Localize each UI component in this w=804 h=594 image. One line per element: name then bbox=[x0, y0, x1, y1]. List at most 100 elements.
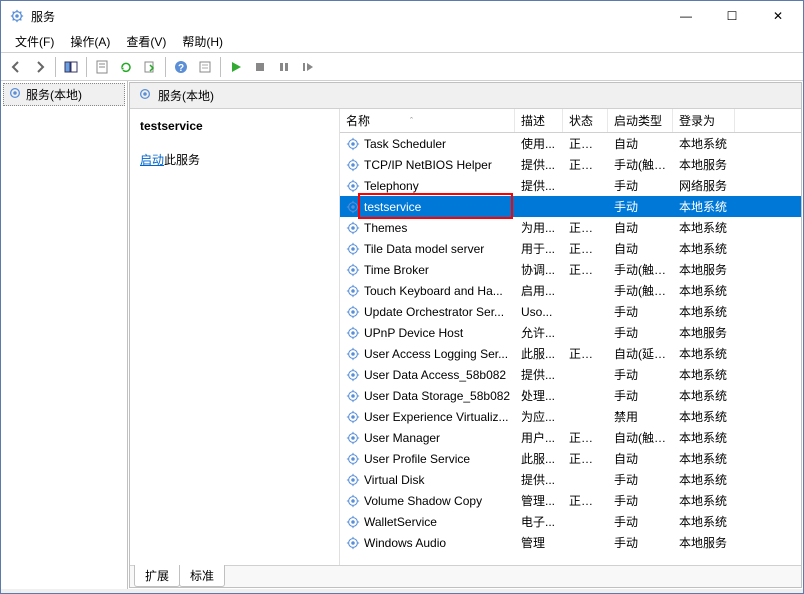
service-description: 协调... bbox=[515, 259, 563, 280]
stop-service-button[interactable] bbox=[249, 56, 271, 78]
service-row[interactable]: TCP/IP NetBIOS Helper提供...正在...手动(触发...本… bbox=[340, 154, 801, 175]
content-header: 服务(本地) bbox=[130, 83, 801, 109]
forward-button[interactable] bbox=[29, 56, 51, 78]
back-button[interactable] bbox=[5, 56, 27, 78]
service-gear-icon bbox=[346, 221, 360, 235]
service-status: 正在... bbox=[563, 154, 608, 175]
service-gear-icon bbox=[346, 452, 360, 466]
column-startup[interactable]: 启动类型 bbox=[608, 109, 673, 132]
service-startup: 手动 bbox=[608, 511, 673, 532]
service-gear-icon bbox=[346, 158, 360, 172]
statusbar bbox=[1, 589, 803, 593]
service-row[interactable]: User Data Access_58b082提供...手动本地系统 bbox=[340, 364, 801, 385]
service-description: 管理... bbox=[515, 490, 563, 511]
tree-item-services-local[interactable]: 服务(本地) bbox=[3, 83, 125, 106]
service-row[interactable]: Update Orchestrator Ser...Uso...手动本地系统 bbox=[340, 301, 801, 322]
restart-service-button[interactable] bbox=[297, 56, 319, 78]
service-row[interactable]: Task Scheduler使用...正在...自动本地系统 bbox=[340, 133, 801, 154]
column-description[interactable]: 描述 bbox=[515, 109, 563, 132]
service-row[interactable]: User Access Logging Ser...此服...正在...自动(延… bbox=[340, 343, 801, 364]
service-row[interactable]: testservice手动本地系统 bbox=[340, 196, 801, 217]
export-button[interactable] bbox=[139, 56, 161, 78]
service-logon: 本地系统 bbox=[673, 217, 735, 238]
service-row[interactable]: UPnP Device Host允许...手动本地服务 bbox=[340, 322, 801, 343]
maximize-button[interactable]: ☐ bbox=[709, 1, 755, 31]
service-row[interactable]: Virtual Disk提供...手动本地系统 bbox=[340, 469, 801, 490]
properties-button[interactable] bbox=[91, 56, 113, 78]
help-button[interactable]: ? bbox=[170, 56, 192, 78]
minimize-button[interactable]: — bbox=[663, 1, 709, 31]
show-help-button[interactable] bbox=[194, 56, 216, 78]
service-description: 电子... bbox=[515, 511, 563, 532]
service-row[interactable]: User Data Storage_58b082处理...手动本地系统 bbox=[340, 385, 801, 406]
service-status: 正在... bbox=[563, 133, 608, 154]
service-gear-icon bbox=[346, 137, 360, 151]
menu-file[interactable]: 文件(F) bbox=[7, 31, 62, 52]
show-hide-tree-button[interactable] bbox=[60, 56, 82, 78]
service-row[interactable]: Tile Data model server用于...正在...自动本地系统 bbox=[340, 238, 801, 259]
menu-help[interactable]: 帮助(H) bbox=[174, 31, 231, 52]
tab-standard[interactable]: 标准 bbox=[179, 565, 225, 587]
service-status: 正在... bbox=[563, 343, 608, 364]
service-logon: 本地系统 bbox=[673, 469, 735, 490]
menu-view[interactable]: 查看(V) bbox=[118, 31, 174, 52]
service-logon: 本地系统 bbox=[673, 301, 735, 322]
service-description: 管理 bbox=[515, 532, 563, 553]
service-description: 使用... bbox=[515, 133, 563, 154]
column-status[interactable]: 状态 bbox=[563, 109, 608, 132]
service-gear-icon bbox=[346, 536, 360, 550]
service-description: 提供... bbox=[515, 154, 563, 175]
service-name: User Data Storage_58b082 bbox=[364, 389, 510, 403]
service-logon: 本地系统 bbox=[673, 448, 735, 469]
service-startup: 手动 bbox=[608, 322, 673, 343]
service-row[interactable]: User Profile Service此服...正在...自动本地系统 bbox=[340, 448, 801, 469]
service-status bbox=[563, 520, 608, 524]
service-row[interactable]: User Experience Virtualiz...为应...禁用本地系统 bbox=[340, 406, 801, 427]
service-name: Windows Audio bbox=[364, 536, 446, 550]
service-gear-icon bbox=[346, 431, 360, 445]
column-name[interactable]: 名称ˆ bbox=[340, 109, 515, 132]
menu-action[interactable]: 操作(A) bbox=[62, 31, 118, 52]
main-area: 服务(本地) 服务(本地) testservice 启动此服务 名称ˆ 描述 状… bbox=[1, 81, 803, 589]
start-service-button[interactable] bbox=[225, 56, 247, 78]
service-name: User Access Logging Ser... bbox=[364, 347, 508, 361]
service-gear-icon bbox=[346, 263, 360, 277]
tree-item-label: 服务(本地) bbox=[26, 86, 82, 103]
separator bbox=[55, 57, 56, 77]
service-startup: 自动(延迟... bbox=[608, 343, 673, 364]
service-row[interactable]: Windows Audio管理手动本地服务 bbox=[340, 532, 801, 553]
service-row[interactable]: WalletService电子...手动本地系统 bbox=[340, 511, 801, 532]
service-list-panel: 名称ˆ 描述 状态 启动类型 登录为 Task Scheduler使用...正在… bbox=[340, 109, 801, 565]
content-header-title: 服务(本地) bbox=[158, 87, 214, 104]
service-status: 正在... bbox=[563, 259, 608, 280]
service-status bbox=[563, 541, 608, 545]
service-logon: 本地系统 bbox=[673, 280, 735, 301]
service-name: TCP/IP NetBIOS Helper bbox=[364, 158, 492, 172]
gear-icon bbox=[138, 87, 152, 104]
service-status: 正在... bbox=[563, 238, 608, 259]
service-gear-icon bbox=[346, 389, 360, 403]
tab-extended[interactable]: 扩展 bbox=[134, 565, 180, 587]
service-row[interactable]: Telephony提供...手动网络服务 bbox=[340, 175, 801, 196]
start-service-link[interactable]: 启动 bbox=[140, 153, 164, 167]
service-logon: 本地服务 bbox=[673, 532, 735, 553]
service-row[interactable]: Volume Shadow Copy管理...正在...手动本地系统 bbox=[340, 490, 801, 511]
content-panel: 服务(本地) testservice 启动此服务 名称ˆ 描述 状态 启动类型 … bbox=[129, 82, 802, 588]
service-name: WalletService bbox=[364, 515, 437, 529]
service-row[interactable]: Themes为用...正在...自动本地系统 bbox=[340, 217, 801, 238]
service-status bbox=[563, 478, 608, 482]
service-description: 允许... bbox=[515, 322, 563, 343]
close-button[interactable]: ✕ bbox=[755, 1, 801, 31]
service-row[interactable]: Time Broker协调...正在...手动(触发...本地服务 bbox=[340, 259, 801, 280]
service-list[interactable]: Task Scheduler使用...正在...自动本地系统 TCP/IP Net… bbox=[340, 133, 801, 565]
service-description bbox=[515, 205, 563, 209]
service-startup: 手动(触发... bbox=[608, 259, 673, 280]
menubar: 文件(F) 操作(A) 查看(V) 帮助(H) bbox=[1, 31, 803, 53]
service-startup: 自动 bbox=[608, 238, 673, 259]
pause-service-button[interactable] bbox=[273, 56, 295, 78]
refresh-button[interactable] bbox=[115, 56, 137, 78]
service-row[interactable]: Touch Keyboard and Ha...启用...手动(触发...本地系… bbox=[340, 280, 801, 301]
service-row[interactable]: User Manager用户...正在...自动(触发...本地系统 bbox=[340, 427, 801, 448]
column-logon[interactable]: 登录为 bbox=[673, 109, 735, 132]
service-gear-icon bbox=[346, 473, 360, 487]
